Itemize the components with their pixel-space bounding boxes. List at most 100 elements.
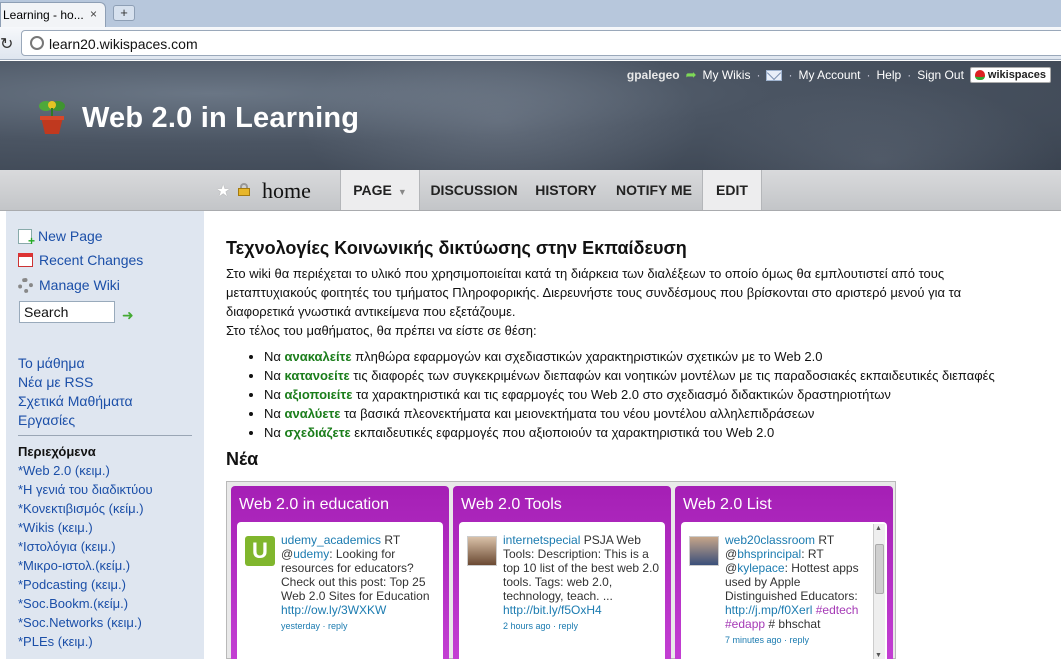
tweet-user-link[interactable]: web20classroom xyxy=(725,533,815,547)
avatar[interactable] xyxy=(689,536,719,566)
toc-item[interactable]: *Soc.Networks (κειμ.) xyxy=(18,615,142,630)
wiki-header: gpalegeo ➦ My Wikis · · My Account · Hel… xyxy=(0,61,1061,170)
wikispaces-logo[interactable]: wikispaces xyxy=(969,67,1051,83)
site-title[interactable]: Web 2.0 in Learning xyxy=(82,102,359,135)
hashtag-link[interactable]: #edtech xyxy=(816,603,859,617)
lock-icon xyxy=(238,183,250,196)
toc-item[interactable]: *Κονεκτιβισμός (κείμ.) xyxy=(18,501,144,516)
tweet-url-link[interactable]: http://j.mp/f0Xerl xyxy=(725,603,812,617)
browser-toolbar: ↻ learn20.wikispaces.com xyxy=(0,27,1061,60)
sidebar-link-related[interactable]: Σχετικά Μαθήματα xyxy=(18,393,133,409)
avatar[interactable] xyxy=(467,536,497,566)
tab-discussion[interactable]: DISCUSSION xyxy=(424,170,524,210)
scrollbar-thumb[interactable] xyxy=(875,544,884,594)
tweet-text: udemy_academics RT @udemy: Looking for r… xyxy=(281,533,439,633)
page-title: home xyxy=(262,178,311,203)
username-link[interactable]: gpalegeo xyxy=(627,68,680,82)
main-content: Τεχνολογίες Κοινωνικής δικτύωσης στην Εκ… xyxy=(226,238,1056,442)
toc-item[interactable]: *Η γενιά του διαδικτύου xyxy=(18,482,153,497)
tab-history[interactable]: HISTORY xyxy=(530,170,602,210)
toc-item[interactable]: *Ιστολόγια (κειμ.) xyxy=(18,539,116,554)
user-bar: gpalegeo ➦ My Wikis · · My Account · Hel… xyxy=(627,66,1051,84)
tab-notify-me[interactable]: NOTIFY ME xyxy=(610,170,698,210)
intro-paragraph: Στο wiki θα περιέχεται το υλικό που χρησ… xyxy=(226,266,962,319)
chevron-down-icon: ▼ xyxy=(397,187,407,197)
widget-title: Web 2.0 List xyxy=(683,496,772,513)
mention-link[interactable]: kylepace xyxy=(737,561,784,575)
scrollbar[interactable]: ▲ ▼ xyxy=(873,524,885,659)
list-item: Να αναλύετε τα βασικά πλεονεκτήματα και … xyxy=(264,404,1056,423)
reply-link[interactable]: reply xyxy=(790,635,810,645)
sidebar-item-new-page[interactable]: New Page xyxy=(18,227,103,248)
search-input[interactable] xyxy=(19,301,115,323)
arrow-right-icon: ➦ xyxy=(685,67,697,82)
my-wikis-link[interactable]: My Wikis xyxy=(702,68,750,82)
tweet-meta: 7 minutes ago · reply xyxy=(725,635,810,645)
scroll-up-icon[interactable]: ▲ xyxy=(875,525,882,532)
tab-page[interactable]: PAGE ▼ xyxy=(340,170,420,210)
toc-item[interactable]: *Podcasting (κειμ.) xyxy=(18,577,126,592)
mention-link[interactable]: udemy xyxy=(293,547,329,561)
tweet-card: U udemy_academics RT @udemy: Looking for… xyxy=(237,522,443,659)
address-bar[interactable]: learn20.wikispaces.com xyxy=(21,30,1061,56)
tweet-card: internetspecial PSJA Web Tools: Descript… xyxy=(459,522,665,659)
content-heading: Τεχνολογίες Κοινωνικής δικτύωσης στην Εκ… xyxy=(226,238,687,258)
sidebar-item-manage-wiki[interactable]: Manage Wiki xyxy=(18,276,120,294)
widget-title: Web 2.0 Tools xyxy=(461,496,562,513)
tweet-user-link[interactable]: internetspecial xyxy=(503,533,580,547)
scroll-down-icon[interactable]: ▼ xyxy=(875,652,882,659)
url-text: learn20.wikispaces.com xyxy=(49,36,198,52)
twitter-widget-tools: Web 2.0 Tools internetspecial PSJA Web T… xyxy=(453,486,671,659)
sidebar-link-rss[interactable]: Νέα με RSS xyxy=(18,374,93,390)
globe-icon xyxy=(30,36,44,50)
toc-item[interactable]: *Soc.Bookm.(κείμ.) xyxy=(18,596,128,611)
tweet-meta: 2 hours ago · reply xyxy=(503,621,579,631)
list-item: Να κατανοείτε τις διαφορές των συγκεκριμ… xyxy=(264,366,1056,385)
flowerpot-logo-icon[interactable] xyxy=(37,99,67,135)
twitter-widget-education: Web 2.0 in education U udemy_academics R… xyxy=(231,486,449,659)
twitter-widget-list: Web 2.0 List web20classroom RT @bhsprinc… xyxy=(675,486,893,659)
browser-tab-title: Learning - ho... xyxy=(3,8,84,22)
sign-out-link[interactable]: Sign Out xyxy=(917,68,964,82)
news-heading: Νέα xyxy=(226,449,259,469)
tweet-text: web20classroom RT @bhsprincipal: RT @kyl… xyxy=(725,533,867,647)
hashtag-link[interactable]: #edapp xyxy=(725,617,765,631)
flower-icon xyxy=(974,70,985,80)
gear-icon xyxy=(18,277,33,293)
twitter-widgets: Web 2.0 in education U udemy_academics R… xyxy=(226,481,896,659)
list-item: Να ανακαλείτε πληθώρα εφαρμογών και σχεδ… xyxy=(264,347,1056,366)
avatar[interactable]: U xyxy=(245,536,275,566)
calendar-icon xyxy=(18,253,33,267)
sidebar-link-course[interactable]: Το μάθημα xyxy=(18,355,85,371)
reply-link[interactable]: reply xyxy=(328,621,348,631)
toc-item[interactable]: *Μικρο-ιστολ.(κείμ.) xyxy=(18,558,130,573)
sidebar: New Page Recent Changes Manage Wiki ➜ Το… xyxy=(6,211,204,659)
widget-title: Web 2.0 in education xyxy=(239,496,390,513)
browser-tab[interactable]: Learning - ho... × xyxy=(0,2,106,27)
tweet-card: web20classroom RT @bhsprincipal: RT @kyl… xyxy=(681,522,887,659)
objectives-list: Να ανακαλείτε πληθώρα εφαρμογών και σχεδ… xyxy=(250,347,1056,442)
close-icon[interactable]: × xyxy=(90,7,97,21)
tweet-url-link[interactable]: http://bit.ly/f5OxH4 xyxy=(503,603,602,617)
mention-link[interactable]: bhsprincipal xyxy=(737,547,801,561)
tab-edit[interactable]: EDIT xyxy=(702,170,762,210)
toc-item[interactable]: *Wikis (κειμ.) xyxy=(18,520,93,535)
toc-item[interactable]: *Web 2.0 (κειμ.) xyxy=(18,463,110,478)
list-item: Να αξιοποιείτε τα χαρακτηριστικά και τις… xyxy=(264,385,1056,404)
page-tabs-bar: ★ home PAGE ▼ DISCUSSION HISTORY NOTIFY M… xyxy=(0,170,1061,211)
sidebar-item-recent-changes[interactable]: Recent Changes xyxy=(18,251,143,269)
go-arrow-icon[interactable]: ➜ xyxy=(122,307,134,324)
reply-link[interactable]: reply xyxy=(559,621,579,631)
my-account-link[interactable]: My Account xyxy=(798,68,860,82)
star-icon[interactable]: ★ xyxy=(216,181,230,201)
new-tab-button[interactable]: + xyxy=(113,5,135,21)
browser-tabbar: Learning - ho... × + xyxy=(0,0,1061,27)
mail-icon[interactable] xyxy=(766,69,783,81)
list-item: Να σχεδιάζετε εκπαιδευτικές εφαρμογές πο… xyxy=(264,423,1056,442)
tweet-user-link[interactable]: udemy_academics xyxy=(281,533,381,547)
tweet-url-link[interactable]: http://ow.ly/3WXKW xyxy=(281,603,386,617)
help-link[interactable]: Help xyxy=(877,68,902,82)
reload-icon[interactable]: ↻ xyxy=(0,34,13,54)
toc-item[interactable]: *PLEs (κειμ.) xyxy=(18,634,93,649)
sidebar-link-assignments[interactable]: Εργασίες xyxy=(18,412,75,428)
